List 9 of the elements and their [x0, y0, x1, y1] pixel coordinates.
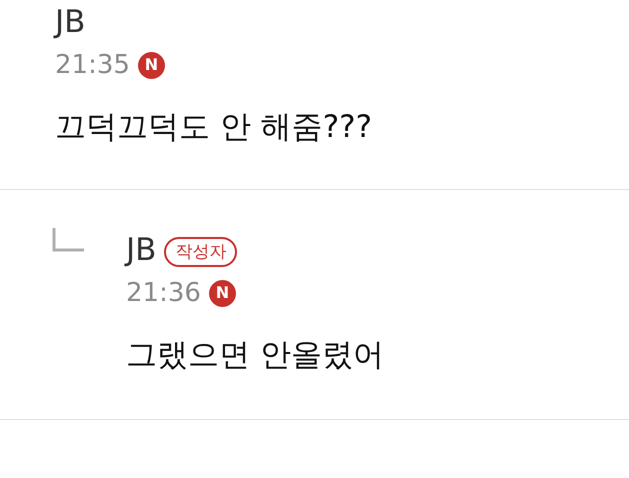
author-name: JB [55, 3, 86, 42]
comment-time: 21:36 [126, 277, 201, 310]
new-badge: N [138, 52, 165, 78]
new-badge: N [208, 280, 236, 306]
comment-text: 끄덕끄덕도 안 해줌??? [55, 108, 372, 147]
author-tag: 작성자 [164, 237, 238, 267]
author-name: JB [126, 231, 156, 270]
comment-time: 21:35 [55, 49, 130, 82]
comment-text: 그랬으면 안올렸어 [126, 336, 384, 375]
